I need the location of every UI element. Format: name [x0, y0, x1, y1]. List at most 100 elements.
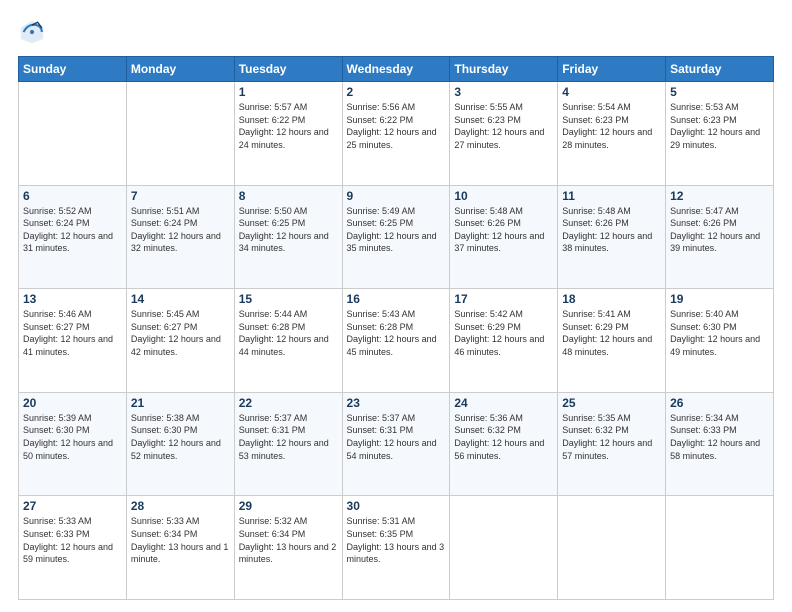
day-number: 2 [347, 85, 446, 99]
calendar-cell [126, 82, 234, 186]
header [18, 18, 774, 46]
weekday-header-monday: Monday [126, 57, 234, 82]
day-info: Sunrise: 5:41 AM Sunset: 6:29 PM Dayligh… [562, 308, 661, 358]
day-info: Sunrise: 5:33 AM Sunset: 6:33 PM Dayligh… [23, 515, 122, 565]
calendar-cell [558, 496, 666, 600]
day-info: Sunrise: 5:42 AM Sunset: 6:29 PM Dayligh… [454, 308, 553, 358]
day-number: 29 [239, 499, 338, 513]
day-number: 8 [239, 189, 338, 203]
day-number: 5 [670, 85, 769, 99]
weekday-header-thursday: Thursday [450, 57, 558, 82]
day-number: 20 [23, 396, 122, 410]
calendar-cell: 23 Sunrise: 5:37 AM Sunset: 6:31 PM Dayli… [342, 392, 450, 496]
day-number: 4 [562, 85, 661, 99]
day-number: 19 [670, 292, 769, 306]
calendar-cell: 11 Sunrise: 5:48 AM Sunset: 6:26 PM Dayli… [558, 185, 666, 289]
day-number: 16 [347, 292, 446, 306]
calendar-cell: 27 Sunrise: 5:33 AM Sunset: 6:33 PM Dayli… [19, 496, 127, 600]
day-info: Sunrise: 5:47 AM Sunset: 6:26 PM Dayligh… [670, 205, 769, 255]
day-info: Sunrise: 5:52 AM Sunset: 6:24 PM Dayligh… [23, 205, 122, 255]
calendar-week-5: 27 Sunrise: 5:33 AM Sunset: 6:33 PM Dayli… [19, 496, 774, 600]
day-info: Sunrise: 5:43 AM Sunset: 6:28 PM Dayligh… [347, 308, 446, 358]
calendar-cell: 7Sunrise: 5:51 AM Sunset: 6:24 PM Daylig… [126, 185, 234, 289]
day-number: 22 [239, 396, 338, 410]
day-number: 15 [239, 292, 338, 306]
day-info: Sunrise: 5:50 AM Sunset: 6:25 PM Dayligh… [239, 205, 338, 255]
day-info: Sunrise: 5:53 AM Sunset: 6:23 PM Dayligh… [670, 101, 769, 151]
day-number: 9 [347, 189, 446, 203]
calendar-cell: 6 Sunrise: 5:52 AM Sunset: 6:24 PM Daylig… [19, 185, 127, 289]
day-number: 1 [239, 85, 338, 99]
day-info: Sunrise: 5:57 AM Sunset: 6:22 PM Dayligh… [239, 101, 338, 151]
day-number: 10 [454, 189, 553, 203]
day-info: Sunrise: 5:48 AM Sunset: 6:26 PM Dayligh… [562, 205, 661, 255]
calendar-cell: 25 Sunrise: 5:35 AM Sunset: 6:32 PM Dayli… [558, 392, 666, 496]
calendar-cell: 13Sunrise: 5:46 AM Sunset: 6:27 PM Dayli… [19, 289, 127, 393]
calendar-cell [19, 82, 127, 186]
calendar-table: SundayMondayTuesdayWednesdayThursdayFrid… [18, 56, 774, 600]
calendar-cell: 9 Sunrise: 5:49 AM Sunset: 6:25 PM Daylig… [342, 185, 450, 289]
calendar-cell: 5 Sunrise: 5:53 AM Sunset: 6:23 PM Daylig… [666, 82, 774, 186]
day-info: Sunrise: 5:37 AM Sunset: 6:31 PM Dayligh… [239, 412, 338, 462]
weekday-header-friday: Friday [558, 57, 666, 82]
weekday-header-saturday: Saturday [666, 57, 774, 82]
day-number: 17 [454, 292, 553, 306]
weekday-header-row: SundayMondayTuesdayWednesdayThursdayFrid… [19, 57, 774, 82]
day-number: 21 [131, 396, 230, 410]
day-info: Sunrise: 5:56 AM Sunset: 6:22 PM Dayligh… [347, 101, 446, 151]
day-info: Sunrise: 5:55 AM Sunset: 6:23 PM Dayligh… [454, 101, 553, 151]
calendar-week-1: 1 Sunrise: 5:57 AM Sunset: 6:22 PM Daylig… [19, 82, 774, 186]
calendar-cell: 2 Sunrise: 5:56 AM Sunset: 6:22 PM Daylig… [342, 82, 450, 186]
calendar-cell: 16 Sunrise: 5:43 AM Sunset: 6:28 PM Dayli… [342, 289, 450, 393]
day-number: 14 [131, 292, 230, 306]
weekday-header-sunday: Sunday [19, 57, 127, 82]
calendar-cell: 30 Sunrise: 5:31 AM Sunset: 6:35 PM Dayli… [342, 496, 450, 600]
day-info: Sunrise: 5:49 AM Sunset: 6:25 PM Dayligh… [347, 205, 446, 255]
calendar-cell: 20 Sunrise: 5:39 AM Sunset: 6:30 PM Dayli… [19, 392, 127, 496]
day-info: Sunrise: 5:32 AM Sunset: 6:34 PM Dayligh… [239, 515, 338, 565]
calendar-cell: 8 Sunrise: 5:50 AM Sunset: 6:25 PM Daylig… [234, 185, 342, 289]
day-number: 24 [454, 396, 553, 410]
day-number: 11 [562, 189, 661, 203]
day-info: Sunrise: 5:40 AM Sunset: 6:30 PM Dayligh… [670, 308, 769, 358]
logo [18, 18, 50, 46]
calendar-cell: 28 Sunrise: 5:33 AM Sunset: 6:34 PM Dayli… [126, 496, 234, 600]
calendar-cell [666, 496, 774, 600]
day-info: Sunrise: 5:37 AM Sunset: 6:31 PM Dayligh… [347, 412, 446, 462]
calendar-cell: 22 Sunrise: 5:37 AM Sunset: 6:31 PM Dayli… [234, 392, 342, 496]
day-number: 13 [23, 292, 122, 306]
weekday-header-tuesday: Tuesday [234, 57, 342, 82]
day-info: Sunrise: 5:35 AM Sunset: 6:32 PM Dayligh… [562, 412, 661, 462]
day-number: 12 [670, 189, 769, 203]
weekday-header-wednesday: Wednesday [342, 57, 450, 82]
day-number: 6 [23, 189, 122, 203]
calendar-cell: 29 Sunrise: 5:32 AM Sunset: 6:34 PM Dayli… [234, 496, 342, 600]
calendar-cell: 17 Sunrise: 5:42 AM Sunset: 6:29 PM Dayli… [450, 289, 558, 393]
day-number: 18 [562, 292, 661, 306]
calendar-cell [450, 496, 558, 600]
calendar-cell: 24Sunrise: 5:36 AM Sunset: 6:32 PM Dayli… [450, 392, 558, 496]
day-info: Sunrise: 5:31 AM Sunset: 6:35 PM Dayligh… [347, 515, 446, 565]
page: SundayMondayTuesdayWednesdayThursdayFrid… [0, 0, 792, 612]
day-number: 23 [347, 396, 446, 410]
calendar-cell: 1 Sunrise: 5:57 AM Sunset: 6:22 PM Daylig… [234, 82, 342, 186]
day-number: 7 [131, 189, 230, 203]
day-info: Sunrise: 5:34 AM Sunset: 6:33 PM Dayligh… [670, 412, 769, 462]
day-info: Sunrise: 5:54 AM Sunset: 6:23 PM Dayligh… [562, 101, 661, 151]
calendar-cell: 14Sunrise: 5:45 AM Sunset: 6:27 PM Dayli… [126, 289, 234, 393]
day-number: 27 [23, 499, 122, 513]
day-number: 28 [131, 499, 230, 513]
calendar-cell: 4 Sunrise: 5:54 AM Sunset: 6:23 PM Daylig… [558, 82, 666, 186]
day-info: Sunrise: 5:39 AM Sunset: 6:30 PM Dayligh… [23, 412, 122, 462]
day-info: Sunrise: 5:33 AM Sunset: 6:34 PM Dayligh… [131, 515, 230, 565]
day-number: 25 [562, 396, 661, 410]
calendar-week-4: 20 Sunrise: 5:39 AM Sunset: 6:30 PM Dayli… [19, 392, 774, 496]
day-number: 3 [454, 85, 553, 99]
calendar-cell: 12 Sunrise: 5:47 AM Sunset: 6:26 PM Dayli… [666, 185, 774, 289]
day-number: 26 [670, 396, 769, 410]
calendar-cell: 19 Sunrise: 5:40 AM Sunset: 6:30 PM Dayli… [666, 289, 774, 393]
day-number: 30 [347, 499, 446, 513]
calendar-cell: 15Sunrise: 5:44 AM Sunset: 6:28 PM Dayli… [234, 289, 342, 393]
calendar-cell: 10Sunrise: 5:48 AM Sunset: 6:26 PM Dayli… [450, 185, 558, 289]
calendar-cell: 21Sunrise: 5:38 AM Sunset: 6:30 PM Dayli… [126, 392, 234, 496]
